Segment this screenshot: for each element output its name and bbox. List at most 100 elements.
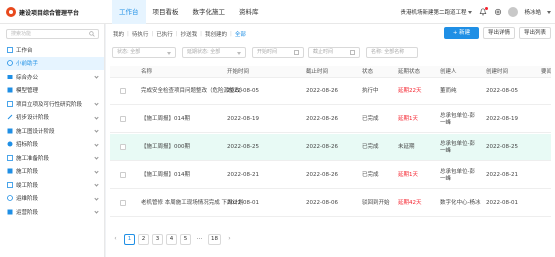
end-date-field[interactable]: 截止时间	[308, 47, 360, 58]
page-button[interactable]: 3	[152, 234, 163, 245]
sidebar-menu: 工作台 小前助手 综合办公 模型管理 项目立项及可行性研究阶段 初步设计阶段 施…	[0, 43, 104, 219]
sidebar-item-completion[interactable]: 竣工阶段	[0, 178, 104, 192]
tab-all[interactable]: 全部	[232, 30, 249, 38]
sidebar-item-label: 施工图设计阶段	[16, 128, 55, 135]
sidebar-item-operation[interactable]: 运营阶段	[0, 205, 104, 219]
prev-page-icon[interactable]: ‹	[110, 234, 121, 245]
row-delay: 延期42天	[398, 200, 422, 206]
row-status: 已完成	[362, 116, 379, 122]
gear-icon[interactable]	[493, 8, 502, 17]
delay-filter[interactable]: 延期状态: 全部	[182, 47, 246, 58]
page-button[interactable]: 4	[166, 234, 177, 245]
chevron-down-icon	[94, 128, 99, 133]
sidebar-item-label: 初步设计阶段	[16, 115, 50, 122]
row-name[interactable]: 【施工周报】014期	[141, 106, 190, 133]
chevron-down-icon	[94, 114, 99, 120]
sidebar-item-label: 综合办公	[16, 74, 39, 81]
row-checkbox[interactable]	[120, 200, 126, 206]
row-name[interactable]: 【施工周报】014期	[141, 162, 190, 189]
project-selector[interactable]: 贵港机场新建第二跑道工程	[400, 8, 473, 16]
tab-executed[interactable]: 已执行	[153, 30, 176, 38]
row-end: 2022-08-26	[306, 116, 338, 122]
sidebar-item-label: 施工准备阶段	[16, 155, 50, 162]
tab-cc-me[interactable]: 抄送我	[178, 30, 201, 38]
model-icon	[7, 87, 13, 93]
status-filter[interactable]: 状态: 全部	[112, 47, 176, 58]
export-detail-button[interactable]: 导出详情	[483, 27, 515, 39]
row-status: 已完成	[362, 172, 379, 178]
row-checkbox[interactable]	[120, 172, 126, 178]
table-row[interactable]: 完成安全检查项目问题整改（危险源整改） 2022-08-05 2022-08-2…	[110, 78, 551, 105]
sidebar-item-office[interactable]: 综合办公	[0, 70, 104, 84]
avatar[interactable]	[508, 7, 519, 17]
sidebar-item-model[interactable]: 模型管理	[0, 84, 104, 98]
column-delay: 延期状态	[398, 69, 421, 75]
drawing-icon	[7, 128, 13, 134]
sidebar-item-construction-prep[interactable]: 施工准备阶段	[0, 151, 104, 165]
row-created: 2022-08-05	[486, 88, 518, 94]
page-button[interactable]: 18	[208, 234, 221, 245]
name-filter[interactable]: 名称: 全部名称	[366, 47, 418, 58]
tab-created-by-me[interactable]: 我创建的	[202, 30, 230, 38]
start-date-field[interactable]: 开始时间	[252, 47, 304, 58]
user-menu-chevron-icon[interactable]	[547, 10, 551, 14]
top-nav-project-board[interactable]: 项目看板	[146, 0, 186, 24]
user-name[interactable]: 杨冰皓	[524, 8, 541, 16]
export-list-button[interactable]: 导出列表	[519, 27, 551, 39]
page-button[interactable]: 1	[124, 234, 135, 245]
task-tabs: 我的 | 待执行 | 已执行 | 抄送我 | 我创建的 | 全部	[110, 28, 249, 39]
end-date-placeholder: 截止时间	[313, 49, 334, 55]
next-page-icon[interactable]: ›	[224, 234, 235, 245]
desk-icon	[7, 46, 13, 53]
row-checkbox[interactable]	[120, 116, 126, 122]
start-date-placeholder: 开始时间	[257, 49, 278, 55]
sidebar-item-construction[interactable]: 施工阶段	[0, 165, 104, 179]
sidebar-item-drawing-design[interactable]: 施工图设计阶段	[0, 124, 104, 138]
column-name: 名称	[141, 69, 153, 75]
chevron-down-icon	[468, 10, 473, 14]
sidebar-item-label: 运营阶段	[16, 209, 39, 216]
chevron-down-icon	[94, 141, 99, 147]
new-button[interactable]: + 新建	[444, 27, 479, 39]
sidebar-item-label: 竣工阶段	[16, 182, 39, 189]
sidebar-item-project-approval[interactable]: 项目立项及可行性研究阶段	[0, 97, 104, 111]
main-panel: 我的 | 待执行 | 已执行 | 抄送我 | 我创建的 | 全部 + 新建 导出详情 导出…	[106, 24, 555, 257]
menu-search-input[interactable]: 搜索功能	[6, 29, 99, 39]
sidebar-item-workbench[interactable]: 工作台	[0, 43, 104, 57]
row-end: 2022-08-06	[306, 200, 338, 206]
row-created: 2022-08-25	[486, 144, 518, 150]
sidebar-item-maintenance[interactable]: 运维阶段	[0, 192, 104, 206]
bell-icon[interactable]	[478, 6, 489, 17]
sidebar-item-bidding[interactable]: 招标阶段	[0, 138, 104, 152]
row-creator: 总承包单位-彭一峰	[440, 140, 475, 154]
table-row[interactable]: 老机管修 本周施工现场情况完成 下周计划 2022-08-01 2022-08-…	[110, 190, 551, 217]
sidebar-item-label: 施工阶段	[16, 169, 39, 176]
page-ellipsis[interactable]: ...	[194, 234, 205, 245]
project-icon	[7, 100, 13, 107]
page-button[interactable]: 5	[180, 234, 191, 245]
row-start: 2022-08-05	[227, 88, 259, 94]
table-row[interactable]: 【施工周报】000期 2022-08-25 2022-08-26 已完成 未延期…	[110, 134, 551, 161]
search-icon[interactable]	[89, 31, 95, 40]
row-checkbox[interactable]	[120, 144, 126, 150]
ops-icon	[7, 195, 13, 202]
sidebar-item-assistant[interactable]: 小前助手	[0, 56, 104, 70]
row-name[interactable]: 【施工周报】000期	[141, 134, 190, 161]
top-nav-library[interactable]: 资料库	[232, 0, 266, 24]
table-row[interactable]: 【施工周报】014期 2022-08-21 2022-08-26 已完成 延期1…	[110, 162, 551, 189]
top-nav-digital-construction[interactable]: 数字化施工	[186, 0, 233, 24]
table-row[interactable]: 【施工周报】014期 2022-08-19 2022-08-26 已完成 延期1…	[110, 106, 551, 133]
chevron-down-icon	[94, 195, 99, 201]
top-nav-workbench[interactable]: 工作台	[112, 0, 146, 24]
sidebar-item-label: 小前助手	[16, 61, 39, 68]
row-creator: 数字化中心-杨冰	[440, 200, 481, 206]
sidebar-item-preliminary-design[interactable]: 初步设计阶段	[0, 111, 104, 125]
tab-mine[interactable]: 我的	[110, 30, 127, 38]
delay-filter-value: 延期状态: 全部	[187, 49, 221, 55]
prep-icon	[7, 154, 13, 161]
sidebar: 搜索功能 工作台 小前助手 综合办公 模型管理 项目立项及可行性研究阶段 初步设…	[0, 24, 105, 257]
row-checkbox[interactable]	[120, 88, 126, 94]
column-created: 创建时间	[486, 69, 509, 75]
tab-pending[interactable]: 待执行	[129, 30, 152, 38]
page-button[interactable]: 2	[138, 234, 149, 245]
